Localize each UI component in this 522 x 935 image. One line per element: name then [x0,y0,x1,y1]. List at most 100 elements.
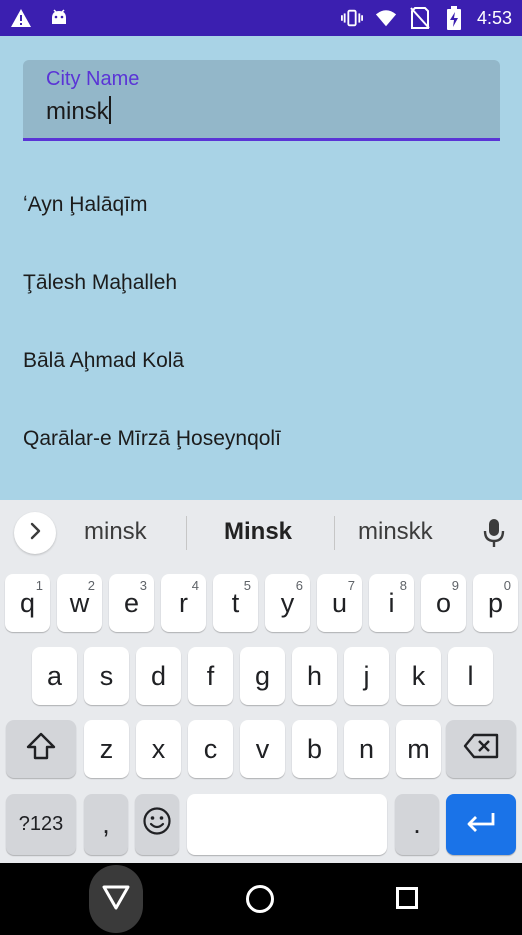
word-suggestion[interactable]: minsk [84,518,147,546]
key-number-hint: 3 [139,578,147,593]
shift-icon [26,732,56,767]
key-g[interactable]: g [240,647,285,705]
keyboard-expand-button[interactable] [14,512,56,554]
key-label: c [203,733,218,764]
key-c[interactable]: c [188,720,233,778]
app-content: City Name minsk ʻAyn Ḩalāqīm Ţālesh Maḩa… [0,36,522,500]
wifi-icon [375,7,397,29]
key-o[interactable]: o9 [421,574,466,632]
key-label: t [231,587,240,618]
key-z[interactable]: z [84,720,129,778]
word-suggestion[interactable]: minskk [358,518,433,546]
city-name-text: minsk [46,98,109,125]
key-label: z [99,733,114,764]
city-name-input[interactable]: City Name minsk [23,60,500,141]
key-label: i [388,587,395,618]
space-bar[interactable] [187,794,387,855]
key-v[interactable]: v [240,720,285,778]
key-number-hint: 6 [295,578,303,593]
key-number-hint: 8 [399,578,407,593]
key-label: s [99,660,114,691]
enter-icon [465,809,497,840]
soft-keyboard: minsk Minsk minskk ?123 , . q1w2e3r4t 5 … [0,500,522,863]
key-label: u [331,587,348,618]
key-w[interactable]: w2 [57,574,102,632]
chevron-right-icon [28,522,42,545]
suggestion-divider [334,516,335,550]
key-j[interactable]: j [344,647,389,705]
key-label: p [487,587,504,618]
key-label: k [411,660,426,691]
city-suggestion-item[interactable]: Bālā Aḩmad Kolā [0,322,522,400]
key-label: e [123,587,140,618]
key-r[interactable]: r4 [161,574,206,632]
key-label: y [280,587,295,618]
navigation-bar [0,863,522,935]
key-d[interactable]: d [136,647,181,705]
key-label: h [306,660,323,691]
status-time: 4:53 [476,7,512,28]
text-cursor [108,96,111,124]
symbols-key[interactable]: ?123 [6,794,76,855]
period-key[interactable]: . [395,794,439,855]
enter-key[interactable] [446,794,516,855]
key-number-hint: 0 [503,578,511,593]
back-triangle-icon [102,884,130,915]
key-label: n [358,733,375,764]
key-label: r [179,587,188,618]
comma-key[interactable]: , [84,794,128,855]
key-h[interactable]: h [292,647,337,705]
warning-icon [10,7,32,29]
city-suggestion-item[interactable]: Ţālesh Maḩalleh [0,244,522,322]
key-number-hint: 4 [191,578,199,593]
key-label: w [69,587,90,618]
key-x[interactable]: x [136,720,181,778]
key-label: x [151,733,166,764]
key-label: m [407,733,430,764]
key-number-hint: 1 [35,578,43,593]
back-button[interactable] [89,865,143,933]
key-label: a [46,660,63,691]
key-a[interactable]: a [32,647,77,705]
key-label: q [19,587,36,618]
key-label: v [255,733,270,764]
backspace-icon [463,733,499,766]
city-suggestion-item[interactable]: Qarālar-e Mīrzā Ḩoseynqolī [0,400,522,478]
key-s[interactable]: s [84,647,129,705]
microphone-icon[interactable] [480,516,508,550]
key-number-hint: 2 [87,578,95,593]
key-l[interactable]: l [448,647,493,705]
emoji-key[interactable] [135,794,179,855]
recent-apps-button[interactable] [396,887,418,909]
city-name-label: City Name [46,68,140,90]
key-i[interactable]: i8 [369,574,414,632]
key-b[interactable]: b [292,720,337,778]
key-f[interactable]: f [188,647,233,705]
suggestion-divider [186,516,187,550]
key-u[interactable]: u7 [317,574,362,632]
key-number-hint: 7 [347,578,355,593]
emoji-icon [142,806,172,843]
android-icon [48,7,70,29]
key-t[interactable]: t5 [213,574,258,632]
key-label: f [206,660,215,691]
word-suggestion-primary[interactable]: Minsk [224,518,292,546]
city-suggestion-item[interactable]: ʻAyn Ḩalāqīm [0,166,522,244]
key-y[interactable]: y6 [265,574,310,632]
key-number-hint: 9 [451,578,459,593]
key-m[interactable]: m [396,720,441,778]
key-n[interactable]: n [344,720,389,778]
battery-charging-icon [443,6,465,30]
key-q[interactable]: q1 [5,574,50,632]
city-suggestion-list: ʻAyn Ḩalāqīm Ţālesh Maḩalleh Bālā Aḩmad … [0,166,522,478]
key-e[interactable]: e3 [109,574,154,632]
key-p[interactable]: p0 [473,574,518,632]
shift-key[interactable] [6,720,76,778]
home-button[interactable] [246,885,274,913]
key-k[interactable]: k [396,647,441,705]
keyboard-suggestion-strip: minsk Minsk minskk [0,500,522,566]
key-label: b [306,733,323,764]
key-label: d [150,660,167,691]
backspace-key[interactable] [446,720,516,778]
city-name-value[interactable]: minsk [46,96,111,126]
